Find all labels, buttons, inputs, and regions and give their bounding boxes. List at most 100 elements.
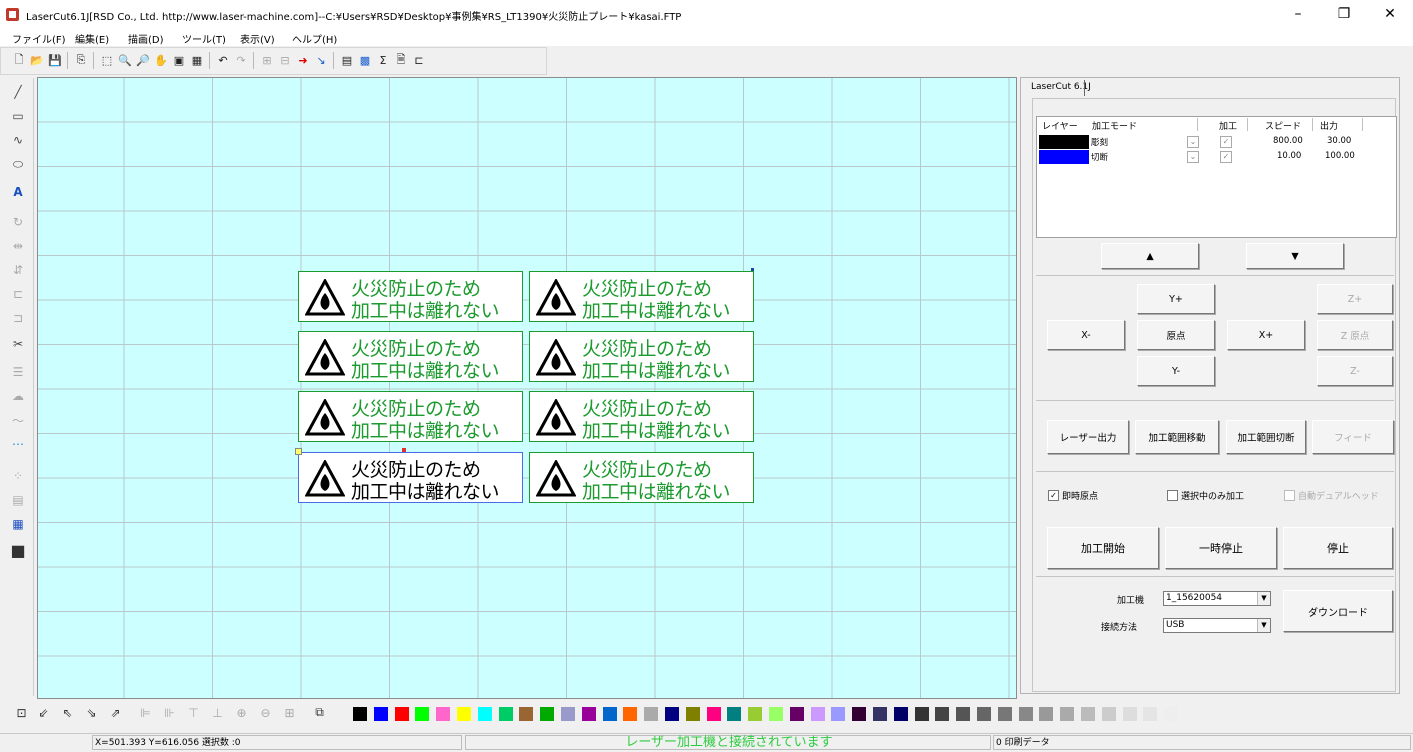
layer-table[interactable]: レイヤー 加工モード 加工 スピード 出力 彫刻 ⌄ ✓ 800.00 30.0… bbox=[1036, 116, 1397, 238]
grid-icon[interactable]: ⊞ bbox=[259, 52, 275, 68]
range-move-button[interactable]: 加工範囲移動 bbox=[1135, 420, 1219, 454]
undo-icon[interactable]: ↶ bbox=[215, 52, 231, 68]
menu-file[interactable]: ファイル(F) bbox=[12, 31, 66, 46]
curve-tool-icon[interactable]: ∿ bbox=[7, 130, 29, 150]
menu-tools[interactable]: ツール(T) bbox=[182, 31, 226, 46]
layers-tool-icon[interactable]: ☰ bbox=[7, 362, 29, 382]
pause-button[interactable]: 一時停止 bbox=[1165, 527, 1277, 569]
palette-color-swatch[interactable] bbox=[602, 707, 617, 721]
node-edit-icon[interactable]: ⊡ bbox=[14, 705, 29, 720]
palette-color-swatch[interactable] bbox=[852, 707, 867, 721]
instant-origin-checkbox[interactable]: ✓ 即時原点 bbox=[1048, 489, 1098, 502]
zoom-in-icon[interactable]: 🔍 bbox=[117, 52, 133, 68]
layer-speed[interactable]: 10.00 bbox=[1277, 151, 1301, 161]
jog-yplus-button[interactable]: Y+ bbox=[1137, 284, 1215, 314]
stop-button[interactable]: 停止 bbox=[1283, 527, 1393, 569]
feed-button[interactable]: フィード bbox=[1312, 420, 1394, 454]
properties-icon[interactable]: ▤ bbox=[339, 52, 355, 68]
mirror-h-tool-icon[interactable]: ⇹ bbox=[7, 236, 29, 256]
align-bottom-icon[interactable]: ⊥ bbox=[210, 705, 225, 720]
process-checkbox[interactable]: ✓ bbox=[1220, 136, 1232, 148]
align-top-right-icon[interactable]: ⇗ bbox=[108, 705, 123, 720]
palette-color-swatch[interactable] bbox=[914, 707, 929, 721]
machine-icon[interactable]: ▩ bbox=[357, 52, 373, 68]
menu-draw[interactable]: 描画(D) bbox=[128, 31, 164, 46]
palette-color-swatch[interactable] bbox=[685, 707, 700, 721]
palette-color-swatch[interactable] bbox=[581, 707, 596, 721]
same-size-icon[interactable]: ⊞ bbox=[282, 705, 297, 720]
palette-color-swatch[interactable] bbox=[457, 707, 471, 721]
align-bottom-right-icon[interactable]: ⇘ bbox=[84, 705, 99, 720]
align-tool-icon[interactable]: ⊏ bbox=[7, 284, 29, 304]
laser-output-button[interactable]: レーザー出力 bbox=[1047, 420, 1129, 454]
align-top-icon[interactable]: ⊤ bbox=[186, 705, 201, 720]
jog-xplus-button[interactable]: X+ bbox=[1227, 320, 1305, 350]
start-button[interactable]: 加工開始 bbox=[1047, 527, 1159, 569]
palette-color-swatch[interactable] bbox=[665, 707, 679, 721]
page-icon[interactable]: ▦ bbox=[189, 52, 205, 68]
warning-plate[interactable]: 火災防止のため 加工中は離れない bbox=[298, 271, 523, 322]
palette-color-swatch[interactable] bbox=[561, 707, 575, 721]
warning-plate[interactable]: 火災防止のため 加工中は離れない bbox=[529, 271, 754, 322]
warning-plate[interactable]: 火災防止のため 加工中は離れない bbox=[529, 331, 754, 382]
palette-color-swatch[interactable] bbox=[1143, 707, 1158, 721]
layer-down-button[interactable]: ▼ bbox=[1246, 243, 1344, 269]
save-icon[interactable]: 💾 bbox=[47, 52, 63, 68]
center-vertical-icon[interactable]: ⊖ bbox=[258, 705, 273, 720]
layer-power[interactable]: 30.00 bbox=[1327, 136, 1351, 146]
table-tool-icon[interactable]: ▤ bbox=[7, 490, 29, 510]
open-file-icon[interactable]: 📂 bbox=[29, 52, 45, 68]
layer-order-icon[interactable]: ⧉ bbox=[312, 705, 327, 720]
palette-color-swatch[interactable] bbox=[727, 707, 742, 721]
drawing-canvas[interactable]: 火災防止のため 加工中は離れない 火災防止のため 加工中は離れない 火災防止のた… bbox=[37, 77, 1017, 699]
palette-color-swatch[interactable] bbox=[1164, 707, 1179, 721]
text-tool-icon[interactable]: A bbox=[7, 182, 29, 202]
jog-zplus-button[interactable]: Z+ bbox=[1317, 284, 1393, 314]
distribute-tool-icon[interactable]: ⊐ bbox=[7, 308, 29, 328]
rotate-tool-icon[interactable]: ↻ bbox=[7, 212, 29, 232]
palette-color-swatch[interactable] bbox=[373, 707, 388, 721]
palette-color-swatch[interactable] bbox=[394, 707, 409, 721]
palette-color-swatch[interactable] bbox=[436, 707, 451, 721]
menu-view[interactable]: 表示(V) bbox=[240, 31, 275, 46]
palette-color-swatch[interactable] bbox=[1122, 707, 1137, 721]
align-top-left-icon[interactable]: ⇖ bbox=[60, 705, 75, 720]
machine-select[interactable]: 1_15620054 ▼ bbox=[1163, 591, 1271, 606]
palette-color-swatch[interactable] bbox=[519, 707, 534, 721]
minimize-button[interactable]: – bbox=[1275, 0, 1321, 28]
import-icon[interactable]: ⎘ bbox=[73, 52, 89, 68]
ellipse-tool-icon[interactable]: ⬭ bbox=[7, 154, 29, 174]
warning-plate[interactable]: 火災防止のため 加工中は離れない bbox=[529, 391, 754, 442]
warning-plate[interactable]: 火災防止のため 加工中は離れない bbox=[298, 391, 523, 442]
palette-color-swatch[interactable] bbox=[1039, 707, 1054, 721]
select-icon[interactable]: ⬚ bbox=[99, 52, 115, 68]
palette-color-swatch[interactable] bbox=[353, 707, 367, 721]
pen-icon[interactable]: ↘ bbox=[313, 52, 329, 68]
palette-color-swatch[interactable] bbox=[644, 707, 659, 721]
rectangle-tool-icon[interactable]: ▭ bbox=[7, 106, 29, 126]
layer-speed[interactable]: 800.00 bbox=[1273, 136, 1303, 146]
redo-icon[interactable]: ↷ bbox=[233, 52, 249, 68]
align-bottom-left-icon[interactable]: ⇙ bbox=[36, 705, 51, 720]
object-node[interactable] bbox=[751, 268, 754, 271]
range-cut-button[interactable]: 加工範囲切断 bbox=[1226, 420, 1306, 454]
palette-color-swatch[interactable] bbox=[873, 707, 887, 721]
wave-tool-icon[interactable]: 〜 bbox=[7, 410, 29, 430]
mirror-v-tool-icon[interactable]: ⇵ bbox=[7, 260, 29, 280]
palette-color-swatch[interactable] bbox=[1018, 707, 1033, 721]
fill-tool-icon[interactable]: ■ bbox=[7, 540, 29, 560]
connection-select[interactable]: USB ▼ bbox=[1163, 618, 1271, 633]
measure-icon[interactable]: ⊏ bbox=[411, 52, 427, 68]
palette-color-swatch[interactable] bbox=[831, 707, 846, 721]
layer-color-swatch[interactable] bbox=[1039, 135, 1089, 149]
warning-plate[interactable]: 火災防止のため 加工中は離れない bbox=[529, 452, 754, 503]
close-button[interactable]: ✕ bbox=[1367, 0, 1413, 28]
grid-array-tool-icon[interactable]: ▦ bbox=[7, 514, 29, 534]
sigma-icon[interactable]: Σ bbox=[375, 52, 391, 68]
layer-power[interactable]: 100.00 bbox=[1325, 151, 1355, 161]
hand-icon[interactable]: ✋ bbox=[153, 52, 169, 68]
palette-color-swatch[interactable] bbox=[706, 707, 721, 721]
palette-color-swatch[interactable] bbox=[1081, 707, 1095, 721]
cut-tool-icon[interactable]: ✂ bbox=[7, 334, 29, 354]
jog-yminus-button[interactable]: Y- bbox=[1137, 356, 1215, 386]
